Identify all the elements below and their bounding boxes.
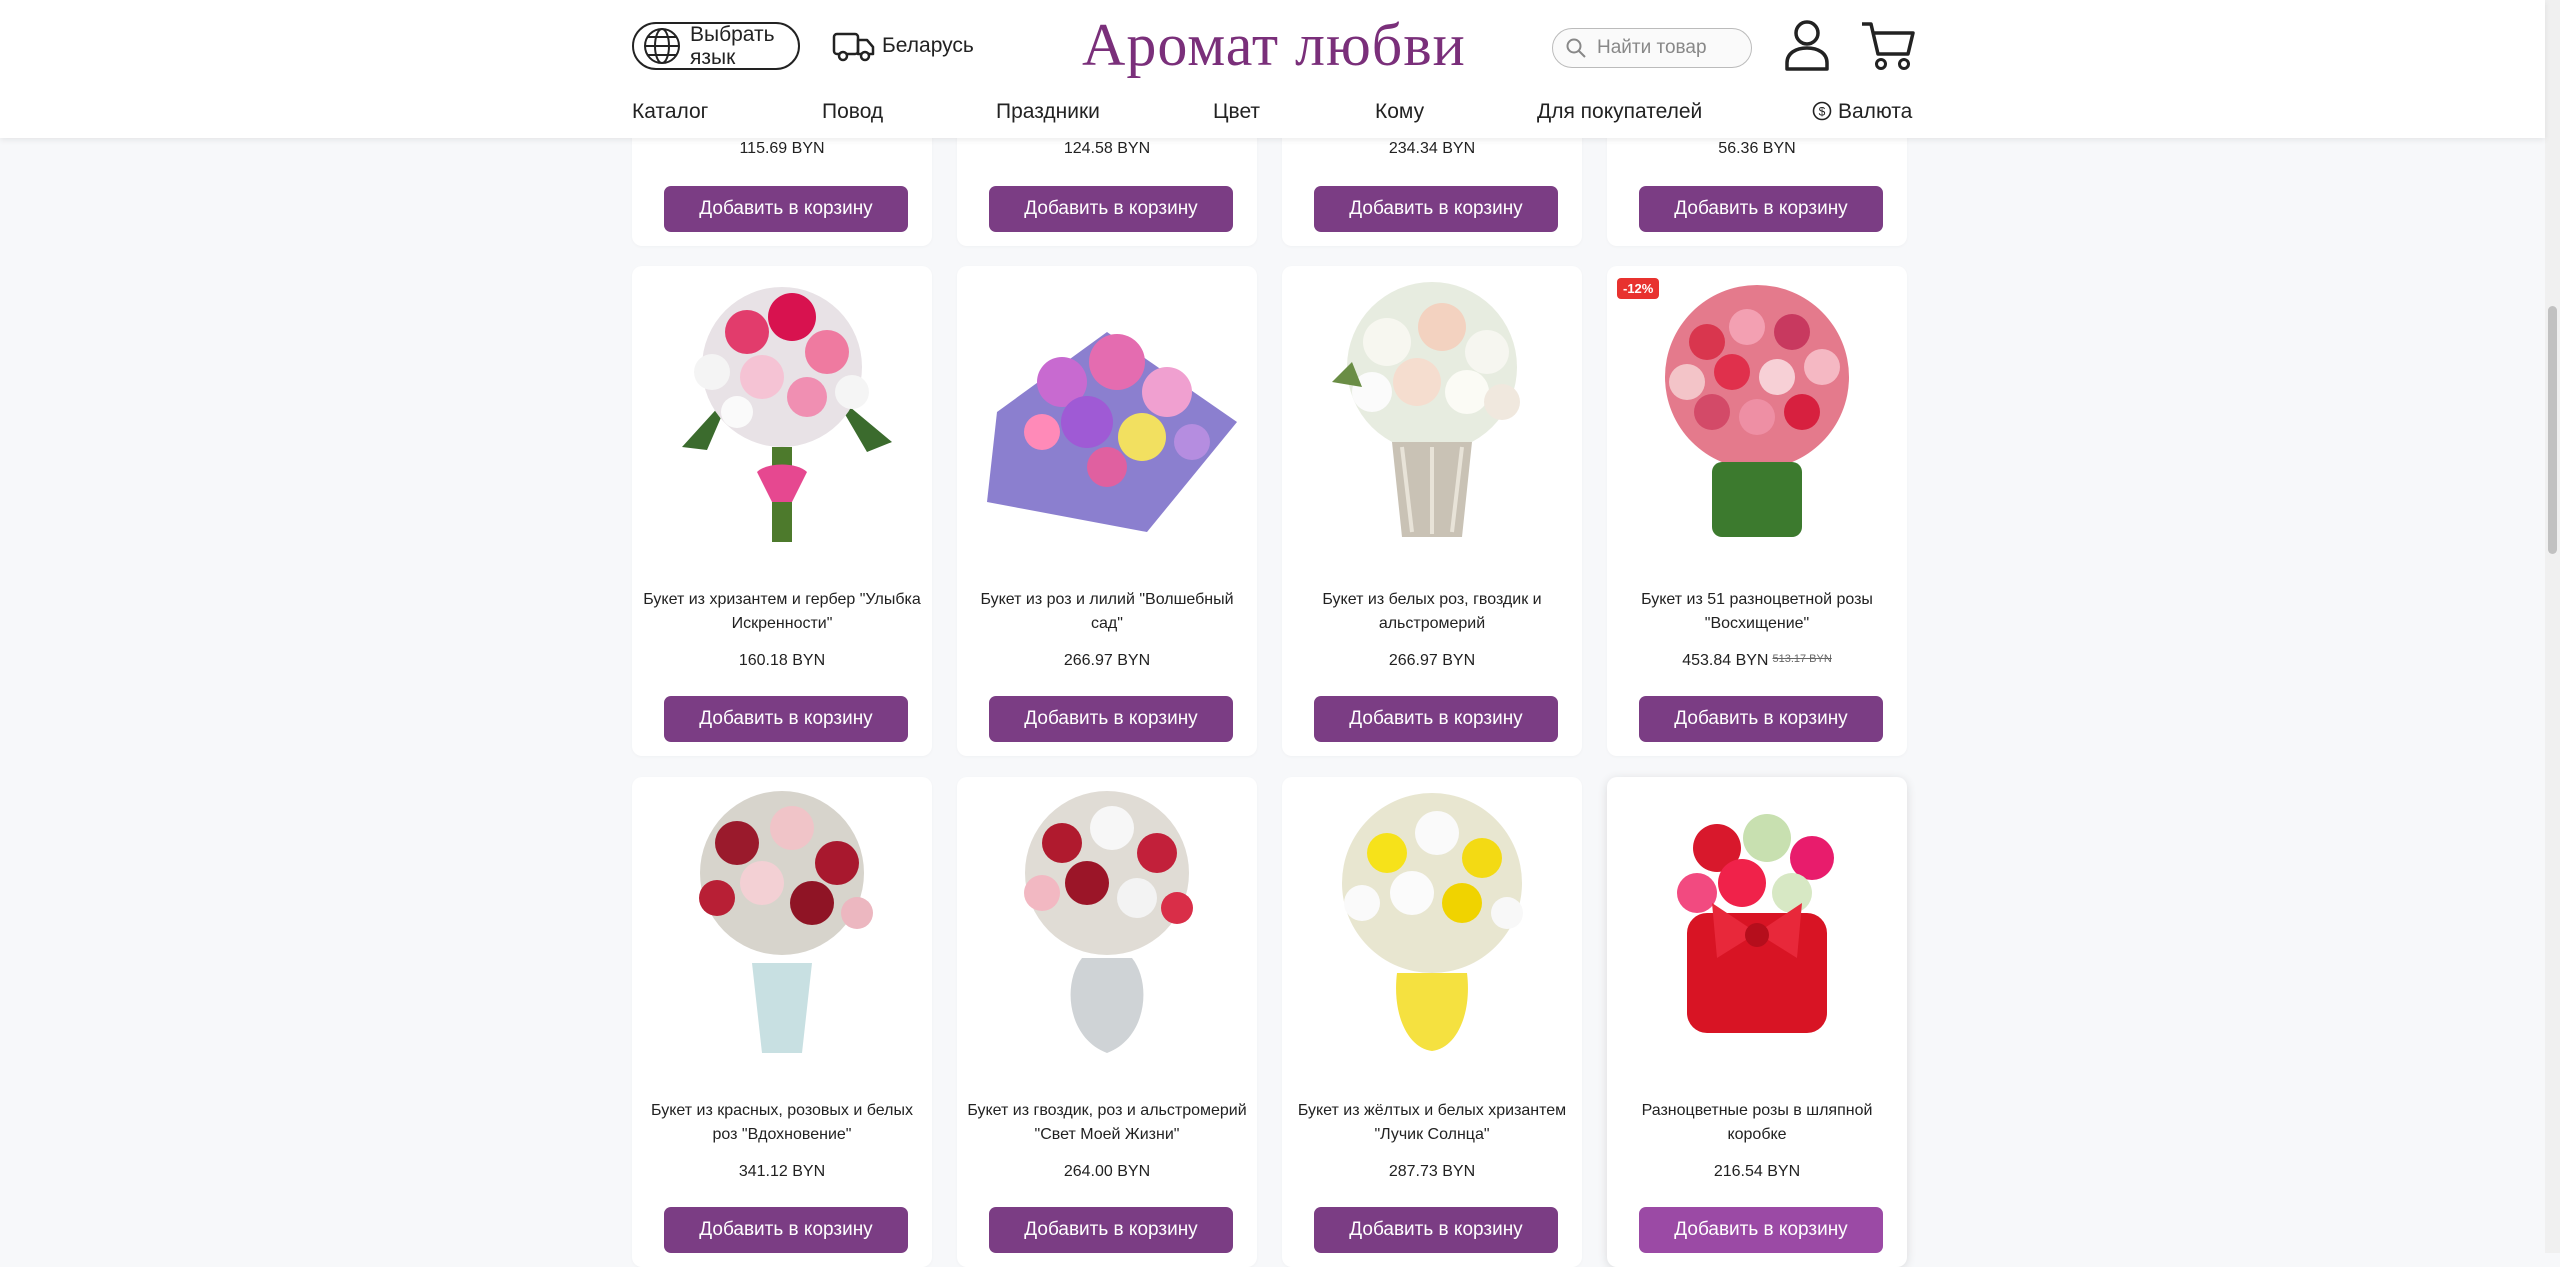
delivery-region-label: Беларусь — [882, 34, 974, 57]
product-price: 264.00 BYN — [1063, 1163, 1151, 1180]
search-icon — [1566, 38, 1586, 58]
shopping-cart-icon[interactable] — [1860, 18, 1916, 72]
product-image[interactable] — [1292, 272, 1572, 552]
product-price: 115.69 BYN — [739, 140, 825, 157]
language-select-label: Выбрать язык — [690, 23, 775, 69]
product-price: 56.36 BYN — [1718, 140, 1796, 157]
svg-text:$: $ — [1819, 105, 1826, 119]
product-price: 266.97 BYN — [1063, 652, 1151, 669]
site-header: Выбрать язык Беларусь Аромат любви Катал… — [0, 0, 2545, 138]
product-title[interactable]: Букет из хризантем и гербер "Улыбка Искр… — [640, 588, 924, 636]
product-image[interactable] — [967, 272, 1247, 552]
nav-item-currency[interactable]: $ Валюта — [1812, 100, 1912, 124]
scrollbar-thumb[interactable] — [2548, 306, 2557, 554]
add-to-cart-button[interactable]: Добавить в корзину — [1314, 186, 1558, 232]
add-to-cart-button[interactable]: Добавить в корзину — [989, 1207, 1233, 1253]
product-image[interactable] — [1617, 272, 1897, 552]
currency-label: Валюта — [1838, 100, 1913, 123]
page-scrollbar[interactable] — [2545, 0, 2560, 1253]
product-price: 266.97 BYN — [1388, 652, 1476, 669]
product-current-price: 453.84 BYN — [1682, 652, 1769, 669]
product-title[interactable]: Разноцветные розы в шляпной коробке — [1615, 1099, 1899, 1147]
product-card[interactable]: Букет из жёлтых и белых хризантем "Лучик… — [1282, 777, 1582, 1267]
product-image[interactable] — [1292, 783, 1572, 1063]
add-to-cart-button[interactable]: Добавить в корзину — [989, 696, 1233, 742]
nav-item-occasion[interactable]: Повод — [822, 100, 883, 124]
product-price: 216.54 BYN — [1713, 1163, 1801, 1180]
product-card[interactable]: Разноцветные розы в шляпной коробке 216.… — [1607, 777, 1907, 1267]
product-card[interactable]: Букет из хризантем и гербер "Улыбка Искр… — [632, 266, 932, 756]
globe-icon — [644, 28, 680, 64]
add-to-cart-button[interactable]: Добавить в корзину — [664, 186, 908, 232]
product-card[interactable]: Букет из красных, розовых и белых роз "В… — [632, 777, 932, 1267]
search-input[interactable] — [1595, 36, 1739, 60]
discount-badge: -12% — [1617, 278, 1660, 299]
delivery-truck-icon — [832, 32, 875, 62]
add-to-cart-button[interactable]: Добавить в корзину — [664, 1207, 908, 1253]
currency-icon: $ — [1812, 101, 1832, 121]
product-image[interactable] — [967, 783, 1247, 1063]
product-price: 124.58 BYN — [1063, 140, 1151, 157]
nav-item-holidays[interactable]: Праздники — [996, 100, 1100, 124]
nav-item-for-customers[interactable]: Для покупателей — [1537, 100, 1702, 124]
product-title[interactable]: Букет из 51 разноцветной розы "Восхищени… — [1615, 588, 1899, 636]
product-price: 287.73 BYN — [1388, 1163, 1476, 1180]
product-card[interactable]: Букет из белых роз, гвоздик и альстромер… — [1282, 266, 1582, 756]
add-to-cart-button[interactable]: Добавить в корзину — [1639, 696, 1883, 742]
product-image[interactable] — [642, 272, 922, 552]
product-title[interactable]: Букет из красных, розовых и белых роз "В… — [640, 1099, 924, 1147]
product-image[interactable] — [642, 783, 922, 1063]
product-image[interactable] — [1617, 783, 1897, 1063]
product-card[interactable]: Букет из гвоздик, роз и альстромерий "Св… — [957, 777, 1257, 1267]
site-logo[interactable]: Аромат любви — [1082, 10, 1466, 80]
nav-item-recipient[interactable]: Кому — [1375, 100, 1424, 124]
product-price: 453.84 BYN 513.17 BYN — [1607, 652, 1907, 670]
main-nav: Каталог Повод Праздники Цвет Кому Для по… — [632, 100, 1914, 126]
product-title[interactable]: Букет из гвоздик, роз и альстромерий "Св… — [965, 1099, 1249, 1147]
product-title[interactable]: Букет из роз и лилий "Волшебный сад" — [965, 588, 1249, 636]
product-old-price: 513.17 BYN — [1772, 653, 1832, 665]
user-account-icon[interactable] — [1782, 18, 1832, 72]
add-to-cart-button[interactable]: Добавить в корзину — [989, 186, 1233, 232]
product-price: 160.18 BYN — [738, 652, 826, 669]
add-to-cart-button[interactable]: Добавить в корзину — [1314, 696, 1558, 742]
nav-item-catalog[interactable]: Каталог — [632, 100, 708, 124]
product-price: 234.34 BYN — [1388, 140, 1476, 157]
product-card[interactable]: -12% Букет из 51 разноцветной розы "Восх… — [1607, 266, 1907, 756]
language-select-button[interactable]: Выбрать язык — [632, 22, 800, 70]
delivery-region-select[interactable]: Беларусь — [832, 28, 974, 64]
product-price: 341.12 BYN — [738, 1163, 826, 1180]
add-to-cart-button[interactable]: Добавить в корзину — [1639, 186, 1883, 232]
search-box — [1552, 28, 1752, 68]
product-title[interactable]: Букет из жёлтых и белых хризантем "Лучик… — [1290, 1099, 1574, 1147]
add-to-cart-button[interactable]: Добавить в корзину — [1639, 1207, 1883, 1253]
nav-item-color[interactable]: Цвет — [1213, 100, 1260, 124]
add-to-cart-button[interactable]: Добавить в корзину — [664, 696, 908, 742]
product-card[interactable]: Букет из роз и лилий "Волшебный сад" 266… — [957, 266, 1257, 756]
product-title[interactable]: Букет из белых роз, гвоздик и альстромер… — [1290, 588, 1574, 636]
add-to-cart-button[interactable]: Добавить в корзину — [1314, 1207, 1558, 1253]
